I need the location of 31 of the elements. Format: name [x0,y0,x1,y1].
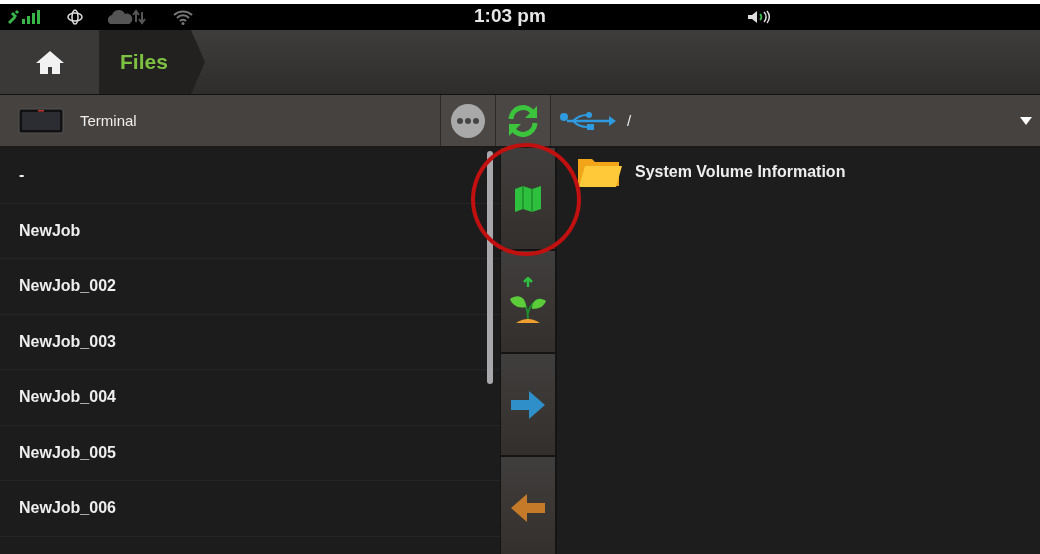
plant-button[interactable] [501,251,555,352]
job-name[interactable]: NewJob_002 [19,277,116,296]
speaker-icon [747,10,771,24]
terminal-icon [18,107,64,134]
more-icon [450,102,486,139]
forward-arrow-button[interactable] [501,354,555,455]
map-icon [514,184,542,213]
right-arrow-icon [510,389,546,420]
map-button[interactable] [501,148,555,249]
breadcrumb-tab[interactable]: Files [100,30,205,94]
scrollbar[interactable] [487,151,493,384]
wifi-icon [172,9,194,25]
job-name[interactable]: NewJob_006 [19,499,116,518]
path-selector[interactable]: / [550,95,1040,146]
clock-time: 1:03 pm [474,5,546,27]
job-name[interactable]: NewJob_003 [19,332,116,351]
job-name[interactable]: - [19,166,25,185]
folder-icon [577,156,623,188]
job-name[interactable]: NewJob_004 [19,388,116,407]
folder-name[interactable]: System Volume Information [635,163,846,181]
home-button[interactable] [0,30,100,94]
back-arrow-button[interactable] [501,457,555,554]
home-icon [34,49,65,75]
job-name[interactable]: NewJob_005 [19,443,116,462]
more-button[interactable] [440,95,495,146]
caret-icon [1020,116,1032,125]
job-name[interactable]: NewJob [19,221,81,240]
orbit-icon [66,8,84,26]
left-arrow-icon [510,492,546,523]
refresh-button[interactable] [495,95,550,146]
device-selector[interactable]: Terminal [0,95,440,146]
